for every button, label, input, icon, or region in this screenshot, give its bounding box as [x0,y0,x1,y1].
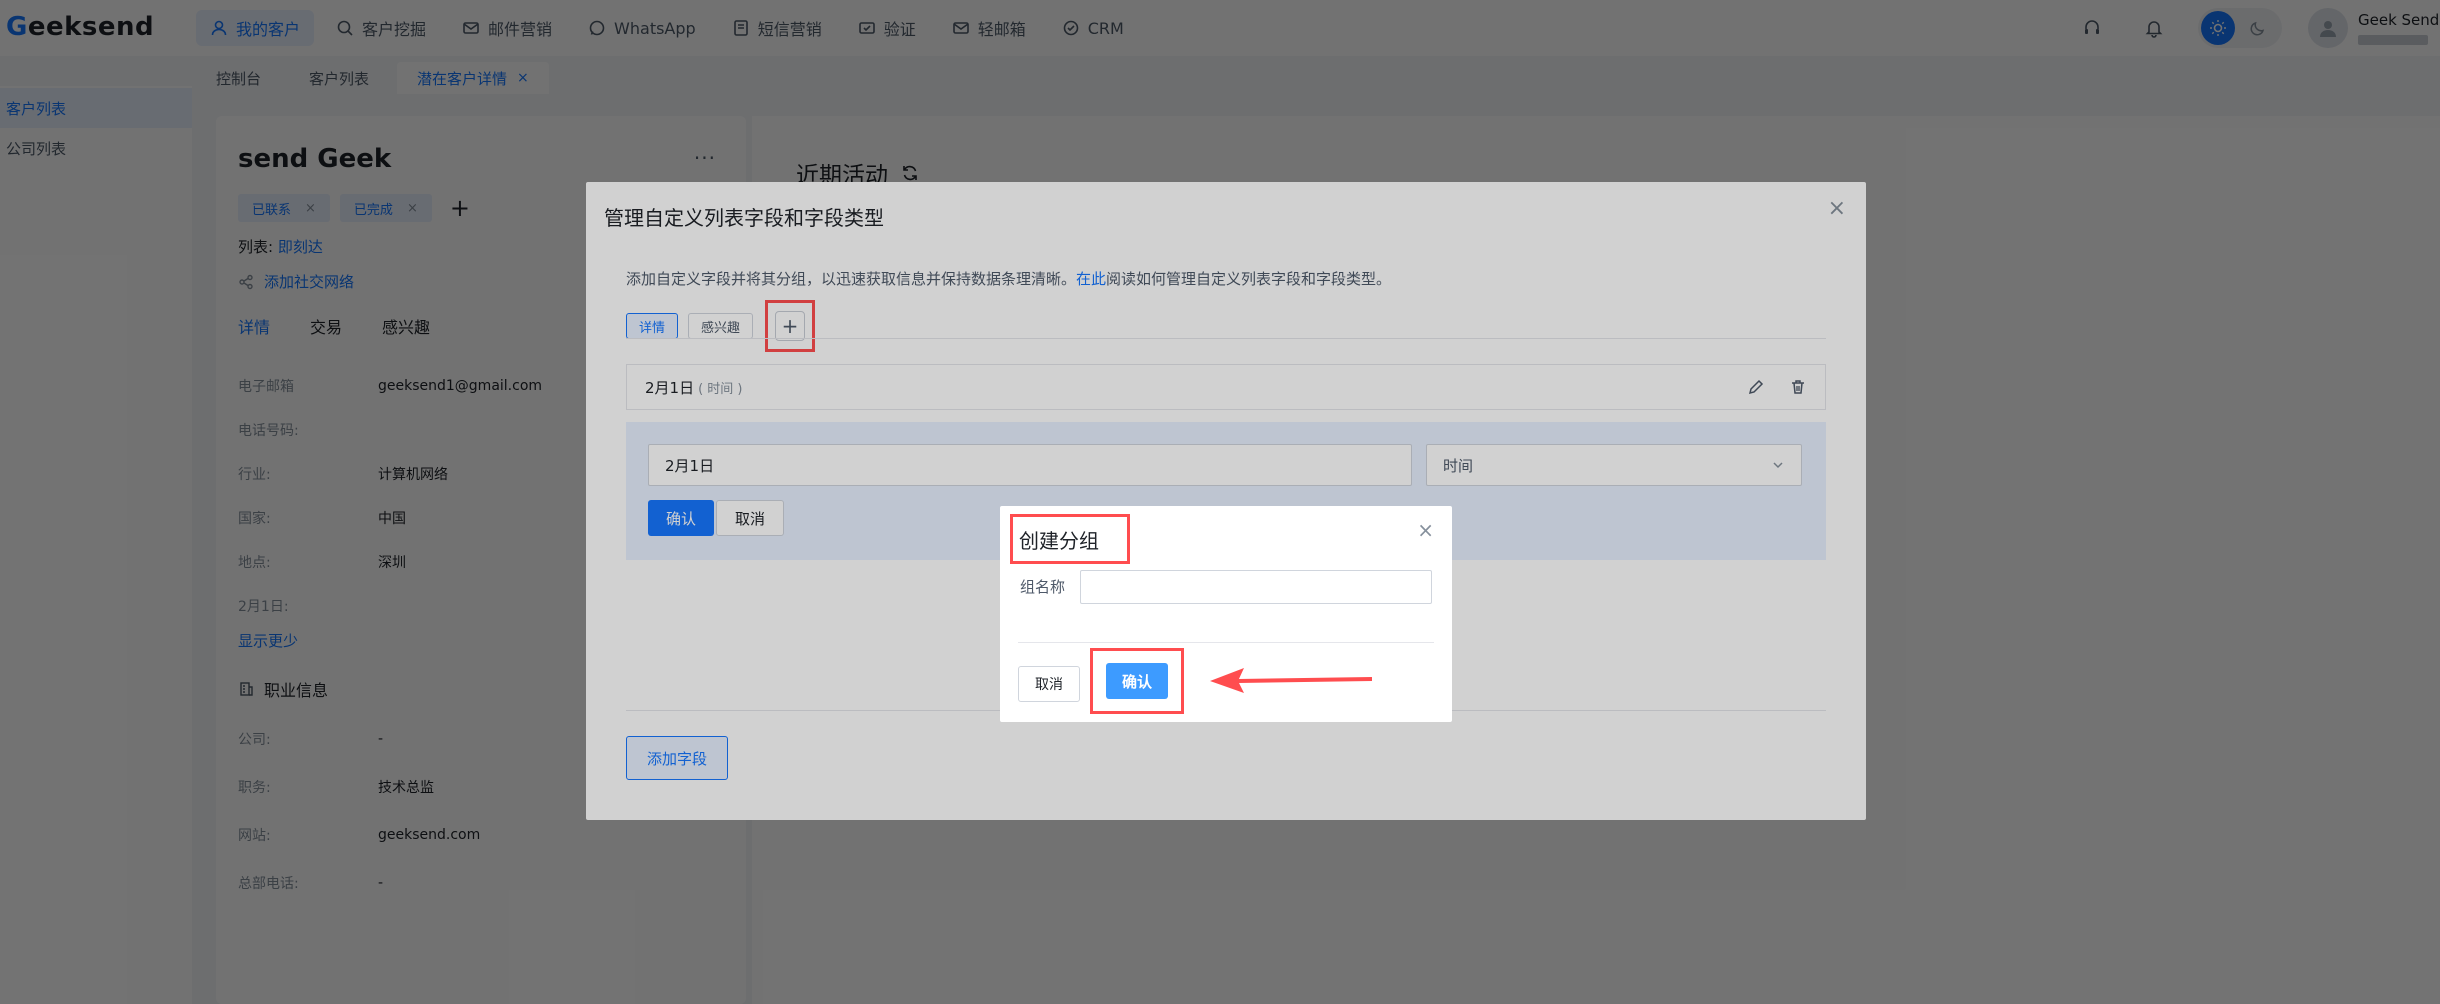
dialog-title: 创建分组 [1010,514,1130,564]
dialog-backdrop[interactable] [0,0,2440,1004]
dialog-confirm-button[interactable]: 确认 [1105,663,1168,699]
divider [1018,642,1434,643]
group-name-input[interactable] [1080,570,1432,604]
dialog-cancel-button[interactable]: 取消 [1018,666,1080,702]
highlight-box: 确认 [1090,648,1184,714]
close-icon[interactable]: × [1417,518,1434,542]
annotation-arrow-icon [1210,668,1372,693]
group-name-label: 组名称 [1020,578,1066,596]
